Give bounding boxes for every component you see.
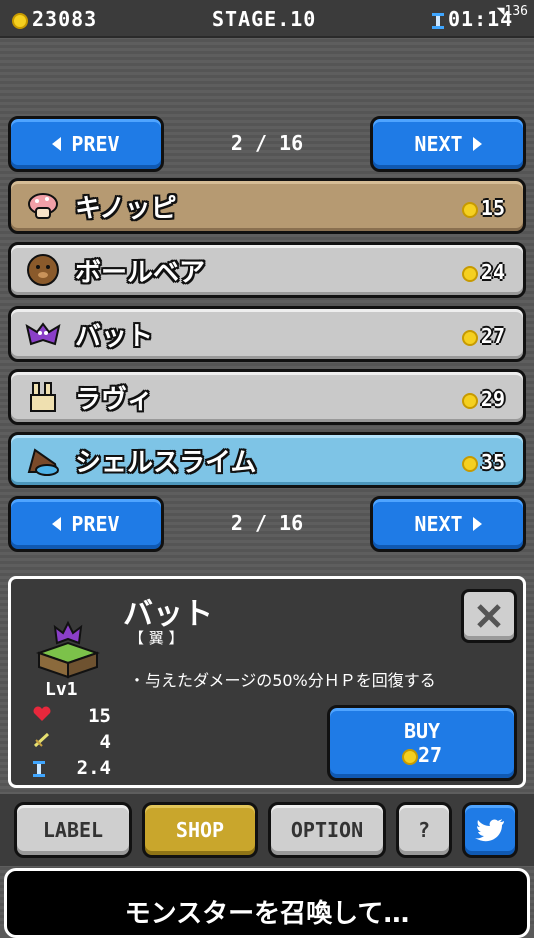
- stat-hp: 15: [33, 705, 111, 727]
- monster-row-kinoppi[interactable]: キノッピ 15: [8, 178, 526, 234]
- bat-icon: [25, 322, 61, 346]
- monster-type: 【 翼 】: [129, 629, 184, 647]
- shell-slime-icon: [27, 448, 59, 476]
- coin-icon: [12, 12, 28, 29]
- monster-detail-panel: Lv1 バット 【 翼 】 ・与えたダメージの50%分ＨＰを回復する 15 4 …: [8, 576, 526, 788]
- monster-price: 29: [461, 387, 505, 411]
- monster-row-ravi[interactable]: ラヴィ 29: [8, 369, 526, 425]
- stat-speed: 2.4: [33, 757, 111, 779]
- stat-attack: 4: [33, 731, 111, 753]
- monster-name: シェルスライム: [75, 447, 257, 478]
- wifi-icon: ◥: [496, 4, 505, 19]
- monster-portrait: [35, 620, 101, 679]
- monster-name: ラヴィ: [75, 384, 154, 415]
- prev-page-button-top[interactable]: PREV: [8, 116, 164, 172]
- help-button[interactable]: ?: [396, 802, 452, 858]
- coin-icon: [461, 455, 478, 472]
- prev-label: PREV: [71, 132, 120, 156]
- monster-name: バット: [75, 321, 154, 352]
- arrow-left-icon: [52, 517, 62, 531]
- stage-label: STAGE.10: [212, 7, 317, 31]
- gold-value: 23083: [32, 7, 98, 31]
- next-label: NEXT: [414, 132, 463, 156]
- monster-price: 24: [461, 260, 505, 284]
- option-button[interactable]: OPTION: [268, 802, 386, 858]
- hourglass-icon: [432, 12, 444, 29]
- buy-button[interactable]: BUY 27: [327, 705, 517, 781]
- coin-icon: [461, 329, 478, 346]
- top-bar: 23083 STAGE.10 01:14 ◥136: [0, 0, 534, 38]
- prev-page-button-bottom[interactable]: PREV: [8, 496, 164, 552]
- next-page-button-bottom[interactable]: NEXT: [370, 496, 526, 552]
- twitter-button[interactable]: [462, 802, 518, 858]
- monster-level: Lv1: [45, 679, 78, 700]
- rabbit-icon: [30, 382, 56, 412]
- heart-icon: [33, 706, 51, 721]
- monster-ability: ・与えたダメージの50%分ＨＰを回復する: [129, 671, 436, 690]
- twitter-icon: [475, 819, 504, 842]
- arrow-right-icon: [472, 137, 482, 151]
- bottom-nav: LABEL SHOP OPTION ?: [0, 794, 534, 866]
- monster-name: キノッピ: [75, 193, 177, 224]
- monster-price: 27: [461, 324, 505, 348]
- monster-row-shellslime[interactable]: シェルスライム 35: [8, 432, 526, 488]
- arrow-right-icon: [472, 517, 482, 531]
- mushroom-icon: [28, 193, 58, 219]
- ball-bear-icon: [27, 254, 59, 286]
- close-icon: [477, 604, 501, 628]
- monster-price: 15: [461, 196, 505, 220]
- arrow-left-icon: [52, 137, 62, 151]
- next-page-button-top[interactable]: NEXT: [370, 116, 526, 172]
- coin-icon: [401, 748, 418, 765]
- label-button[interactable]: LABEL: [14, 802, 132, 858]
- close-button[interactable]: [461, 589, 517, 643]
- sword-icon: [33, 732, 50, 748]
- message-banner: モンスターを召喚して…: [4, 868, 530, 938]
- hourglass-icon: [33, 760, 45, 777]
- page-indicator-top: 2 / 16: [230, 131, 304, 155]
- next-label: NEXT: [414, 512, 463, 536]
- gold-counter: 23083: [12, 7, 97, 31]
- monster-row-bat[interactable]: バット 27: [8, 306, 526, 362]
- buy-label: BUY: [403, 719, 441, 743]
- prev-label: PREV: [71, 512, 120, 536]
- buy-price: 27: [401, 743, 442, 767]
- monster-row-ballbear[interactable]: ボールベア 24: [8, 242, 526, 298]
- coin-icon: [461, 201, 478, 218]
- status-number: 136: [504, 4, 528, 19]
- coin-icon: [461, 392, 478, 409]
- monster-price: 35: [461, 450, 505, 474]
- coin-icon: [461, 265, 478, 282]
- status-indicator: ◥136: [497, 4, 528, 19]
- monster-name: ボールベア: [75, 257, 206, 288]
- shop-button[interactable]: SHOP: [142, 802, 258, 858]
- page-indicator-bottom: 2 / 16: [230, 511, 304, 535]
